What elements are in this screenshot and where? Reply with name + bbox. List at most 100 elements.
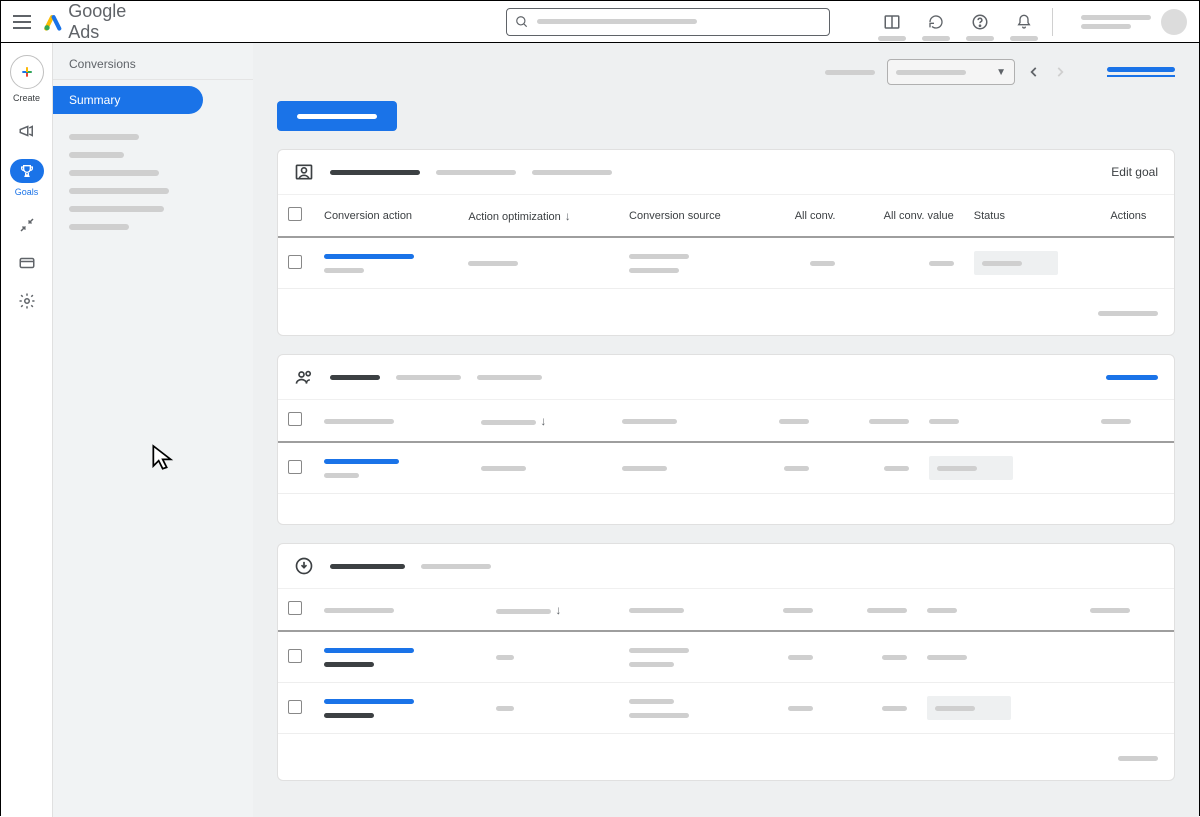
col-actions[interactable]	[1080, 589, 1174, 631]
select-all-checkbox[interactable]	[288, 412, 302, 426]
scope-dropdown[interactable]: ▼	[887, 59, 1015, 85]
trophy-icon	[19, 163, 35, 179]
logo-text-1: Google	[68, 1, 126, 21]
secnav-item[interactable]	[69, 224, 129, 230]
footer-link[interactable]	[1098, 311, 1158, 316]
col-actions[interactable]	[1091, 400, 1174, 442]
google-ads-icon	[43, 12, 63, 32]
secnav-item[interactable]	[69, 188, 169, 194]
col-opt[interactable]: ↓	[471, 400, 612, 442]
search-input[interactable]	[506, 8, 830, 36]
header-actions	[882, 12, 1034, 32]
user-square-icon	[294, 162, 314, 182]
divider	[1052, 8, 1053, 36]
tools-icon	[18, 216, 36, 234]
table-row[interactable]	[278, 442, 1174, 494]
row-checkbox[interactable]	[288, 255, 302, 269]
chevron-right-icon	[1053, 65, 1067, 79]
col-action[interactable]: Conversion action	[314, 195, 458, 237]
logo[interactable]: Google Ads	[43, 1, 160, 43]
row-checkbox[interactable]	[288, 649, 302, 663]
date-link[interactable]	[1107, 67, 1175, 72]
row-checkbox[interactable]	[288, 460, 302, 474]
app-header: Google Ads	[1, 1, 1199, 43]
cursor-icon	[148, 442, 180, 474]
action-link[interactable]	[324, 254, 414, 259]
secnav-item[interactable]	[69, 134, 139, 140]
action-link[interactable]	[324, 648, 414, 653]
col-opt[interactable]: ↓	[486, 589, 619, 631]
search-icon	[515, 15, 529, 29]
footer-link[interactable]	[1118, 756, 1158, 761]
action-link[interactable]	[324, 699, 414, 704]
card-link[interactable]	[1106, 375, 1158, 380]
search-placeholder	[537, 19, 697, 24]
secnav-item[interactable]	[69, 170, 159, 176]
table-row[interactable]	[278, 631, 1174, 683]
col-source[interactable]	[619, 589, 744, 631]
secnav-item[interactable]	[69, 206, 164, 212]
col-source[interactable]	[612, 400, 736, 442]
row-checkbox[interactable]	[288, 700, 302, 714]
col-allconvval[interactable]	[819, 400, 918, 442]
col-status[interactable]	[917, 589, 1080, 631]
col-source[interactable]: Conversion source	[619, 195, 766, 237]
table-row[interactable]	[278, 683, 1174, 734]
secnav-item[interactable]	[69, 152, 124, 158]
rail-goals[interactable]: Goals	[9, 159, 45, 197]
select-all-checkbox[interactable]	[288, 207, 302, 221]
new-conversion-button[interactable]	[277, 101, 397, 131]
appearance-icon[interactable]	[882, 12, 902, 32]
avatar[interactable]	[1161, 9, 1187, 35]
table-row[interactable]	[278, 237, 1174, 289]
col-action[interactable]	[314, 400, 471, 442]
col-opt[interactable]: Action optimization↓	[458, 195, 619, 237]
col-allconv[interactable]	[745, 589, 823, 631]
gear-icon	[18, 292, 36, 310]
account-switcher[interactable]	[1081, 9, 1187, 35]
status-chip	[929, 456, 1013, 480]
menu-icon[interactable]	[13, 15, 31, 29]
page-toolbar: ▼	[253, 43, 1199, 85]
create-label: Create	[13, 93, 40, 103]
rail-tools[interactable]	[9, 215, 45, 235]
rail-admin[interactable]	[9, 291, 45, 311]
notifications-icon[interactable]	[1014, 12, 1034, 32]
col-allconv[interactable]	[737, 400, 820, 442]
megaphone-icon	[18, 122, 36, 140]
secondary-nav: Conversions Summary	[53, 43, 253, 817]
goal-card-downloads: ↓	[277, 543, 1175, 781]
logo-text-2: Ads	[68, 22, 99, 42]
edit-goal-link[interactable]: Edit goal	[1111, 165, 1158, 179]
goals-label: Goals	[15, 187, 39, 197]
card-icon	[18, 254, 36, 272]
action-link[interactable]	[324, 459, 399, 464]
conversion-table-1: Conversion action Action optimization↓ C…	[278, 195, 1174, 289]
rail-campaigns[interactable]	[9, 121, 45, 141]
col-actions[interactable]: Actions	[1100, 195, 1174, 237]
goal-card-leads: ↓	[277, 354, 1175, 525]
help-icon[interactable]	[970, 12, 990, 32]
status-chip	[974, 251, 1058, 275]
download-icon	[294, 556, 314, 576]
select-all-checkbox[interactable]	[288, 601, 302, 615]
plus-icon	[19, 64, 35, 80]
col-action[interactable]	[314, 589, 486, 631]
secnav-section: Conversions	[53, 43, 253, 79]
people-icon	[294, 367, 314, 387]
filter-label	[825, 70, 875, 75]
goal-card-purchase: Edit goal Conversion action Action optim…	[277, 149, 1175, 336]
col-allconvval[interactable]	[823, 589, 917, 631]
col-allconv[interactable]: All conv.	[766, 195, 846, 237]
col-allconvval[interactable]: All conv. value	[845, 195, 963, 237]
rail-billing[interactable]	[9, 253, 45, 273]
create-button[interactable]: Create	[9, 55, 45, 103]
main-content: ▼ Edit goal Conversion	[253, 43, 1199, 817]
refresh-icon[interactable]	[926, 12, 946, 32]
chevron-left-icon[interactable]	[1027, 65, 1041, 79]
conversion-table-2: ↓	[278, 400, 1174, 494]
col-status[interactable]: Status	[964, 195, 1101, 237]
secnav-summary[interactable]: Summary	[53, 86, 203, 114]
col-status[interactable]	[919, 400, 1091, 442]
left-rail: Create Goals	[1, 43, 53, 817]
